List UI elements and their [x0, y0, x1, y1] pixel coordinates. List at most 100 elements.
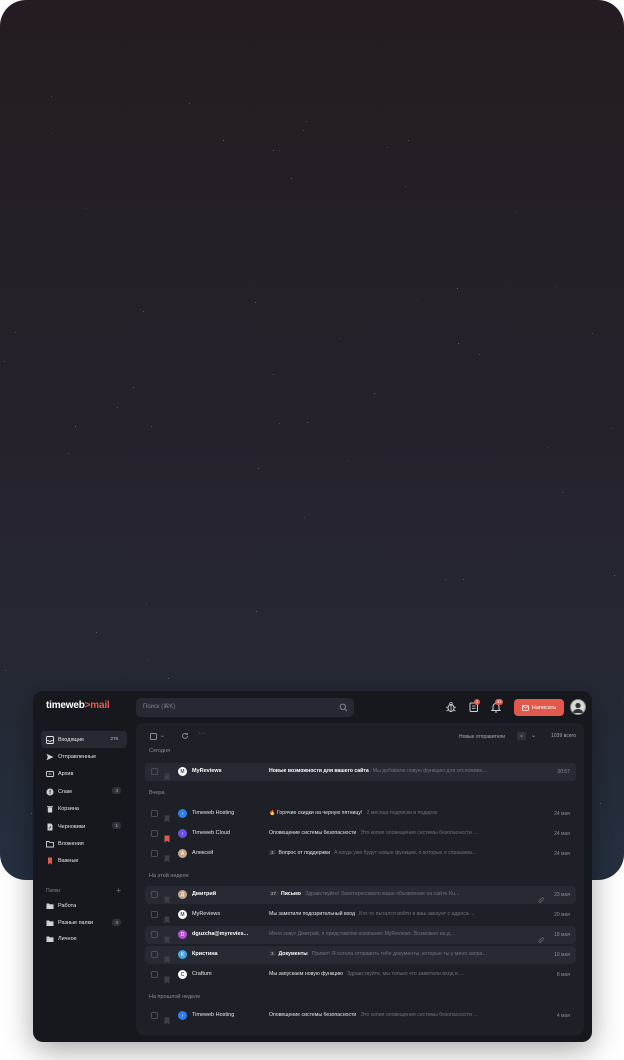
- mail-content: Новые возможности для вашего сайта Мы доб…: [269, 768, 539, 774]
- folder-item-2[interactable]: Личное: [41, 931, 127, 947]
- group-title: Сегодня: [149, 748, 171, 754]
- star: [561, 491, 563, 493]
- mail-row[interactable]: › Timeweb Hosting 🔥 Горячие скидки на черн…: [145, 805, 576, 823]
- sidebar-item-5[interactable]: Черновики 1: [41, 818, 127, 835]
- sender-avatar: А: [178, 849, 187, 858]
- filter-count-badge: 4: [517, 732, 526, 740]
- sidebar-item-1[interactable]: Отправленные: [41, 748, 127, 765]
- mail-date: 10 мая: [554, 952, 570, 958]
- bookmark-icon[interactable]: [164, 830, 170, 843]
- row-checkbox[interactable]: [151, 971, 158, 978]
- mail-preview: Мы добавили новую функцию для отслежива.…: [372, 768, 487, 774]
- mail-preview: Привет! Я хотела отправить тебе документ…: [311, 951, 487, 957]
- select-chevron-down-icon[interactable]: ⌄: [160, 732, 165, 739]
- bug-icon[interactable]: [445, 701, 457, 713]
- app-logo[interactable]: timeweb>mail: [46, 700, 110, 711]
- search-bar[interactable]: Поиск (⌘K): [136, 698, 354, 717]
- star: [67, 452, 69, 454]
- row-checkbox[interactable]: [151, 931, 158, 938]
- star: [146, 659, 148, 661]
- user-avatar[interactable]: [570, 699, 586, 715]
- bookmark-icon[interactable]: [164, 971, 170, 984]
- bookmark-icon[interactable]: [164, 891, 170, 904]
- mail-content: Мы заметили подозрительный вход Кто-то пы…: [269, 911, 539, 917]
- sidebar-item-7[interactable]: Важные: [41, 853, 127, 870]
- star: [613, 575, 615, 577]
- star: [167, 677, 169, 679]
- bookmark-icon[interactable]: [164, 810, 170, 823]
- archive-icon: [46, 770, 54, 778]
- spam-icon: [46, 788, 54, 796]
- sidebar-item-0[interactable]: Входящие 278: [41, 731, 127, 749]
- star: [600, 802, 602, 804]
- mail-subject: Мы заметили подозрительный вход: [269, 911, 356, 917]
- more-icon[interactable]: ···: [198, 730, 207, 737]
- star: [279, 422, 281, 424]
- row-checkbox[interactable]: [151, 768, 158, 775]
- mail-list-panel: ⌄ ··· Новые отправители 4 ⌄ 1039 всего С…: [136, 723, 584, 1035]
- folders-header: Папки +: [41, 884, 127, 898]
- bookmark-icon[interactable]: [164, 951, 170, 964]
- star: [254, 301, 256, 303]
- filter-chevron-down-icon[interactable]: ⌄: [531, 732, 536, 739]
- star: [279, 150, 281, 152]
- logo-text: timeweb: [46, 700, 85, 711]
- mail-row[interactable]: › Timeweb Hosting Оповещение системы безоп…: [145, 1007, 576, 1025]
- bookmark-icon[interactable]: [164, 850, 170, 863]
- folder-item-0[interactable]: Работа: [41, 898, 127, 914]
- star: [555, 286, 557, 288]
- row-checkbox[interactable]: [151, 810, 158, 817]
- compose-label: Написать: [531, 704, 557, 711]
- star: [386, 147, 388, 149]
- select-all-checkbox[interactable]: [150, 733, 157, 740]
- sidebar-item-6[interactable]: Вложения: [41, 835, 127, 852]
- mail-row[interactable]: Д Дмитрий 27 Письмо Здравствуйте! Заинтересо…: [145, 886, 576, 904]
- mail-subject: Письмо: [281, 891, 301, 897]
- mail-row[interactable]: А Алексей 3 Вопрос от поддержки А когда уже …: [145, 845, 576, 863]
- star: [290, 177, 292, 179]
- mail-date: 24 мая: [554, 831, 570, 837]
- mail-row[interactable]: К Кристина 3 Документы Привет! Я хотела отпр…: [145, 946, 576, 964]
- mail-row[interactable]: M MyReviews Мы заметили подозрительный вхо…: [145, 906, 576, 924]
- mail-subject: Оповещение системы безопасности: [269, 1012, 357, 1018]
- bookmark-icon[interactable]: [164, 931, 170, 944]
- folder-item-1[interactable]: Разные папки 4: [41, 915, 127, 931]
- sender-avatar: M: [178, 767, 187, 776]
- user-avatar-icon: [573, 702, 583, 713]
- star: [307, 422, 309, 424]
- sidebar-item-3[interactable]: Спам 4: [41, 783, 127, 800]
- compose-button[interactable]: Написать: [514, 699, 564, 716]
- thread-count-badge: 3: [269, 951, 276, 956]
- star: [339, 337, 341, 339]
- row-checkbox[interactable]: [151, 891, 158, 898]
- refresh-icon[interactable]: [181, 732, 189, 740]
- total-count: 1039 всего: [551, 733, 576, 739]
- star: [50, 96, 52, 98]
- mail-row[interactable]: Ddguzcha@myrevies... Меня зовут Дмитрий, …: [145, 926, 576, 944]
- filter-new-senders[interactable]: Новые отправители: [459, 734, 505, 740]
- row-checkbox[interactable]: [151, 911, 158, 918]
- add-folder-icon[interactable]: +: [116, 886, 121, 895]
- mail-row[interactable]: › Timeweb Cloud Оповещение системы безопас…: [145, 825, 576, 843]
- star: [306, 120, 308, 122]
- sidebar-item-2[interactable]: Архив: [41, 766, 127, 783]
- row-checkbox[interactable]: [151, 830, 158, 837]
- star: [444, 578, 446, 580]
- sender-avatar: ›: [178, 829, 187, 838]
- bookmark-icon[interactable]: [164, 911, 170, 924]
- row-checkbox[interactable]: [151, 850, 158, 857]
- star: [404, 186, 406, 188]
- star: [84, 208, 86, 210]
- mail-subject: Документы: [278, 951, 308, 957]
- mail-row[interactable]: C Craftum Мы запускаем новую функцию Здравс…: [145, 966, 576, 984]
- sender-name: Craftum: [192, 971, 212, 977]
- row-checkbox[interactable]: [151, 1012, 158, 1019]
- mail-row[interactable]: M MyReviews Новые возможности для вашего с…: [145, 763, 576, 781]
- sender-name: dguzcha@myrevies...: [192, 931, 249, 937]
- mail-date: 18 мая: [554, 932, 570, 938]
- bookmark-icon[interactable]: [164, 1012, 170, 1025]
- sidebar-item-4[interactable]: Корзина: [41, 801, 127, 818]
- paperclip-icon: [538, 891, 545, 903]
- row-checkbox[interactable]: [151, 951, 158, 958]
- bookmark-icon[interactable]: [164, 768, 170, 781]
